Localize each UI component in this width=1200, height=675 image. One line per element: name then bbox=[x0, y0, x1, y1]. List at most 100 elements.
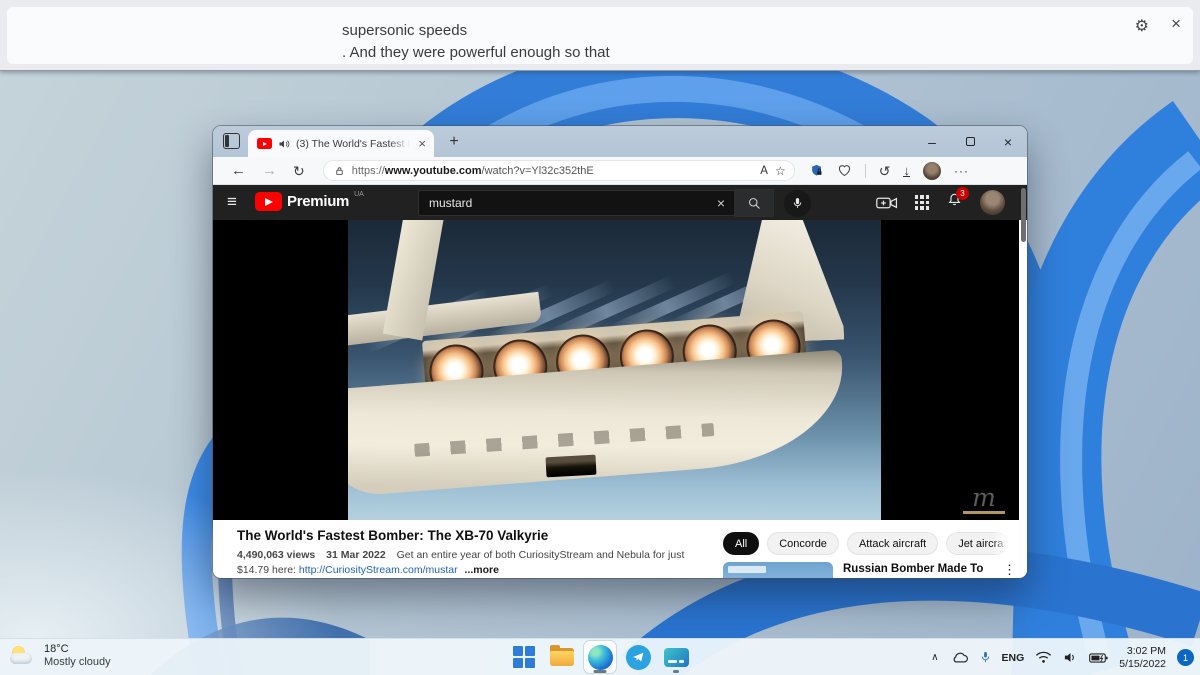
browser-profile-avatar[interactable] bbox=[922, 161, 941, 180]
description-line-1: Get an entire year of both CuriosityStre… bbox=[396, 549, 685, 561]
vertical-tabs-icon[interactable] bbox=[223, 133, 240, 149]
read-aloud-icon[interactable]: A bbox=[760, 165, 768, 177]
video-info-section: The World's Fastest Bomber: The XB-70 Va… bbox=[213, 520, 1023, 578]
video-frame[interactable] bbox=[348, 220, 881, 520]
show-more-button[interactable]: ...more bbox=[465, 564, 499, 576]
youtube-page: ≡ Premium UA × bbox=[213, 185, 1027, 578]
channel-watermark[interactable]: m bbox=[963, 485, 1005, 514]
edge-taskbar-button[interactable] bbox=[584, 641, 616, 673]
microphone-icon bbox=[793, 198, 802, 208]
youtube-account-avatar[interactable] bbox=[980, 190, 1005, 215]
settings-menu-icon[interactable]: ··· bbox=[954, 164, 969, 178]
taskbar-clock[interactable]: 3:02 PM 5/15/2022 bbox=[1119, 645, 1166, 671]
browser-toolbar: ← → ↻ https://www.youtube.com/watch?v=Yl… bbox=[213, 157, 1027, 185]
chip-jet-aircraft[interactable]: Jet aircra bbox=[946, 532, 1009, 555]
captions-settings-gear-icon[interactable]: ⚙ bbox=[1135, 16, 1149, 36]
browser-tab[interactable]: (3) The World's Fastest Bom × bbox=[248, 130, 434, 157]
wifi-icon[interactable] bbox=[1035, 651, 1052, 664]
start-button[interactable] bbox=[508, 641, 540, 673]
site-lock-icon[interactable] bbox=[334, 165, 345, 177]
clock-date: 5/15/2022 bbox=[1119, 657, 1166, 670]
back-button[interactable]: ← bbox=[231, 163, 246, 178]
related-column: All Concorde Attack aircraft Jet aircra … bbox=[723, 528, 1027, 578]
description-link[interactable]: http://CuriosityStream.com/mustar bbox=[299, 564, 458, 576]
favorite-star-icon[interactable]: ☆ bbox=[775, 164, 786, 178]
clock-time: 3:02 PM bbox=[1126, 644, 1166, 657]
youtube-premium-logo[interactable]: Premium UA bbox=[255, 191, 364, 211]
input-language-indicator[interactable]: ENG bbox=[1002, 652, 1025, 664]
windows-start-icon bbox=[513, 646, 535, 668]
file-explorer-icon bbox=[550, 645, 574, 666]
window-close-button[interactable]: × bbox=[989, 126, 1027, 157]
microphone-in-use-icon[interactable] bbox=[980, 650, 991, 665]
browser-titlebar[interactable]: (3) The World's Fastest Bom × + – × bbox=[213, 126, 1027, 157]
search-box[interactable]: × bbox=[418, 190, 735, 216]
forward-button[interactable]: → bbox=[262, 163, 277, 178]
search-magnifier-icon bbox=[748, 197, 760, 209]
chip-all[interactable]: All bbox=[723, 532, 760, 555]
youtube-play-logo-icon bbox=[255, 192, 282, 211]
filter-chips-row: All Concorde Attack aircraft Jet aircra … bbox=[723, 532, 1027, 555]
live-captions-icon bbox=[663, 647, 689, 667]
weather-condition: Mostly cloudy bbox=[44, 656, 111, 668]
related-video-title[interactable]: Russian Bomber Made To bbox=[843, 562, 1003, 576]
edge-icon bbox=[587, 644, 613, 670]
tracking-prevention-shield-icon[interactable] bbox=[809, 163, 824, 178]
aircraft-fuselage bbox=[348, 349, 850, 499]
guide-hamburger-icon[interactable]: ≡ bbox=[227, 192, 237, 212]
youtube-search-area: × bbox=[418, 189, 811, 217]
video-meta: 4,490,063 views 31 Mar 2022 Get an entir… bbox=[237, 549, 705, 561]
browser-essentials-heart-icon[interactable] bbox=[837, 163, 852, 178]
speaker-icon[interactable] bbox=[1063, 651, 1078, 664]
live-captions-bar: supersonic speeds . And they were powerf… bbox=[0, 0, 1200, 71]
weather-temperature: 18°C bbox=[44, 643, 69, 655]
create-video-icon[interactable] bbox=[875, 195, 898, 211]
page-scrollbar[interactable] bbox=[1019, 185, 1027, 578]
taskbar-center-icons bbox=[508, 641, 692, 673]
youtube-apps-grid-icon[interactable] bbox=[914, 195, 929, 210]
related-video-row[interactable]: Russian Bomber Made To ⋮ bbox=[723, 562, 1027, 578]
notifications-bell[interactable]: 3 bbox=[946, 187, 969, 214]
caption-line-2: . And they were powerful enough so that bbox=[342, 44, 610, 61]
window-maximize-button[interactable] bbox=[951, 126, 989, 157]
toolbar-right-icons: ↺ ↓ ··· bbox=[809, 161, 969, 180]
file-explorer-button[interactable] bbox=[546, 641, 578, 673]
url-text[interactable]: https://www.youtube.com/watch?v=Yl32c352… bbox=[352, 165, 754, 177]
scrollbar-thumb[interactable] bbox=[1021, 188, 1026, 242]
tray-overflow-chevron-icon[interactable]: ∧ bbox=[931, 652, 938, 663]
notification-center-badge[interactable]: 1 bbox=[1177, 649, 1194, 666]
tab-close-icon[interactable]: × bbox=[416, 137, 428, 150]
url-path: /watch?v=Yl32c352thE bbox=[481, 164, 594, 177]
downloads-icon[interactable]: ↓ bbox=[903, 164, 910, 177]
window-minimize-button[interactable]: – bbox=[913, 126, 951, 157]
onedrive-cloud-icon[interactable] bbox=[950, 651, 969, 664]
url-scheme: https:// bbox=[351, 164, 385, 177]
telegram-taskbar-button[interactable] bbox=[622, 641, 654, 673]
tab-audio-speaker-icon[interactable] bbox=[278, 138, 290, 150]
new-tab-button[interactable]: + bbox=[443, 130, 465, 154]
search-input[interactable] bbox=[419, 196, 708, 210]
history-icon[interactable]: ↺ bbox=[879, 164, 891, 178]
address-bar[interactable]: https://www.youtube.com/watch?v=Yl32c352… bbox=[322, 160, 795, 181]
voice-search-button[interactable] bbox=[784, 189, 811, 217]
captions-close-icon[interactable]: × bbox=[1171, 14, 1181, 34]
search-button[interactable] bbox=[735, 189, 774, 217]
live-captions-taskbar-button[interactable] bbox=[660, 641, 692, 673]
system-tray: ∧ ENG 3:02 PM 5/15/2022 1 bbox=[931, 639, 1194, 675]
search-clear-icon[interactable]: × bbox=[708, 195, 734, 211]
description-line-2: $14.79 here: http://CuriosityStream.com/… bbox=[237, 564, 705, 576]
chip-attack-aircraft[interactable]: Attack aircraft bbox=[846, 532, 939, 555]
taskbar-weather-widget[interactable]: 18°C Mostly cloudy bbox=[10, 643, 111, 668]
battery-charging-icon[interactable] bbox=[1089, 652, 1108, 664]
youtube-header-right: 3 bbox=[875, 187, 1005, 215]
view-count: 4,490,063 views bbox=[237, 549, 316, 561]
live-captions-panel: supersonic speeds . And they were powerf… bbox=[7, 7, 1193, 64]
related-video-thumbnail[interactable] bbox=[723, 562, 833, 578]
edge-browser-window: (3) The World's Fastest Bom × + – × ← → … bbox=[213, 126, 1027, 578]
related-video-menu-icon[interactable]: ⋮ bbox=[1003, 562, 1016, 578]
video-title: The World's Fastest Bomber: The XB-70 Va… bbox=[237, 528, 549, 543]
chip-concorde[interactable]: Concorde bbox=[767, 532, 839, 555]
video-player[interactable]: m bbox=[213, 220, 1019, 520]
refresh-button[interactable]: ↻ bbox=[293, 164, 305, 178]
upload-date: 31 Mar 2022 bbox=[326, 549, 386, 561]
